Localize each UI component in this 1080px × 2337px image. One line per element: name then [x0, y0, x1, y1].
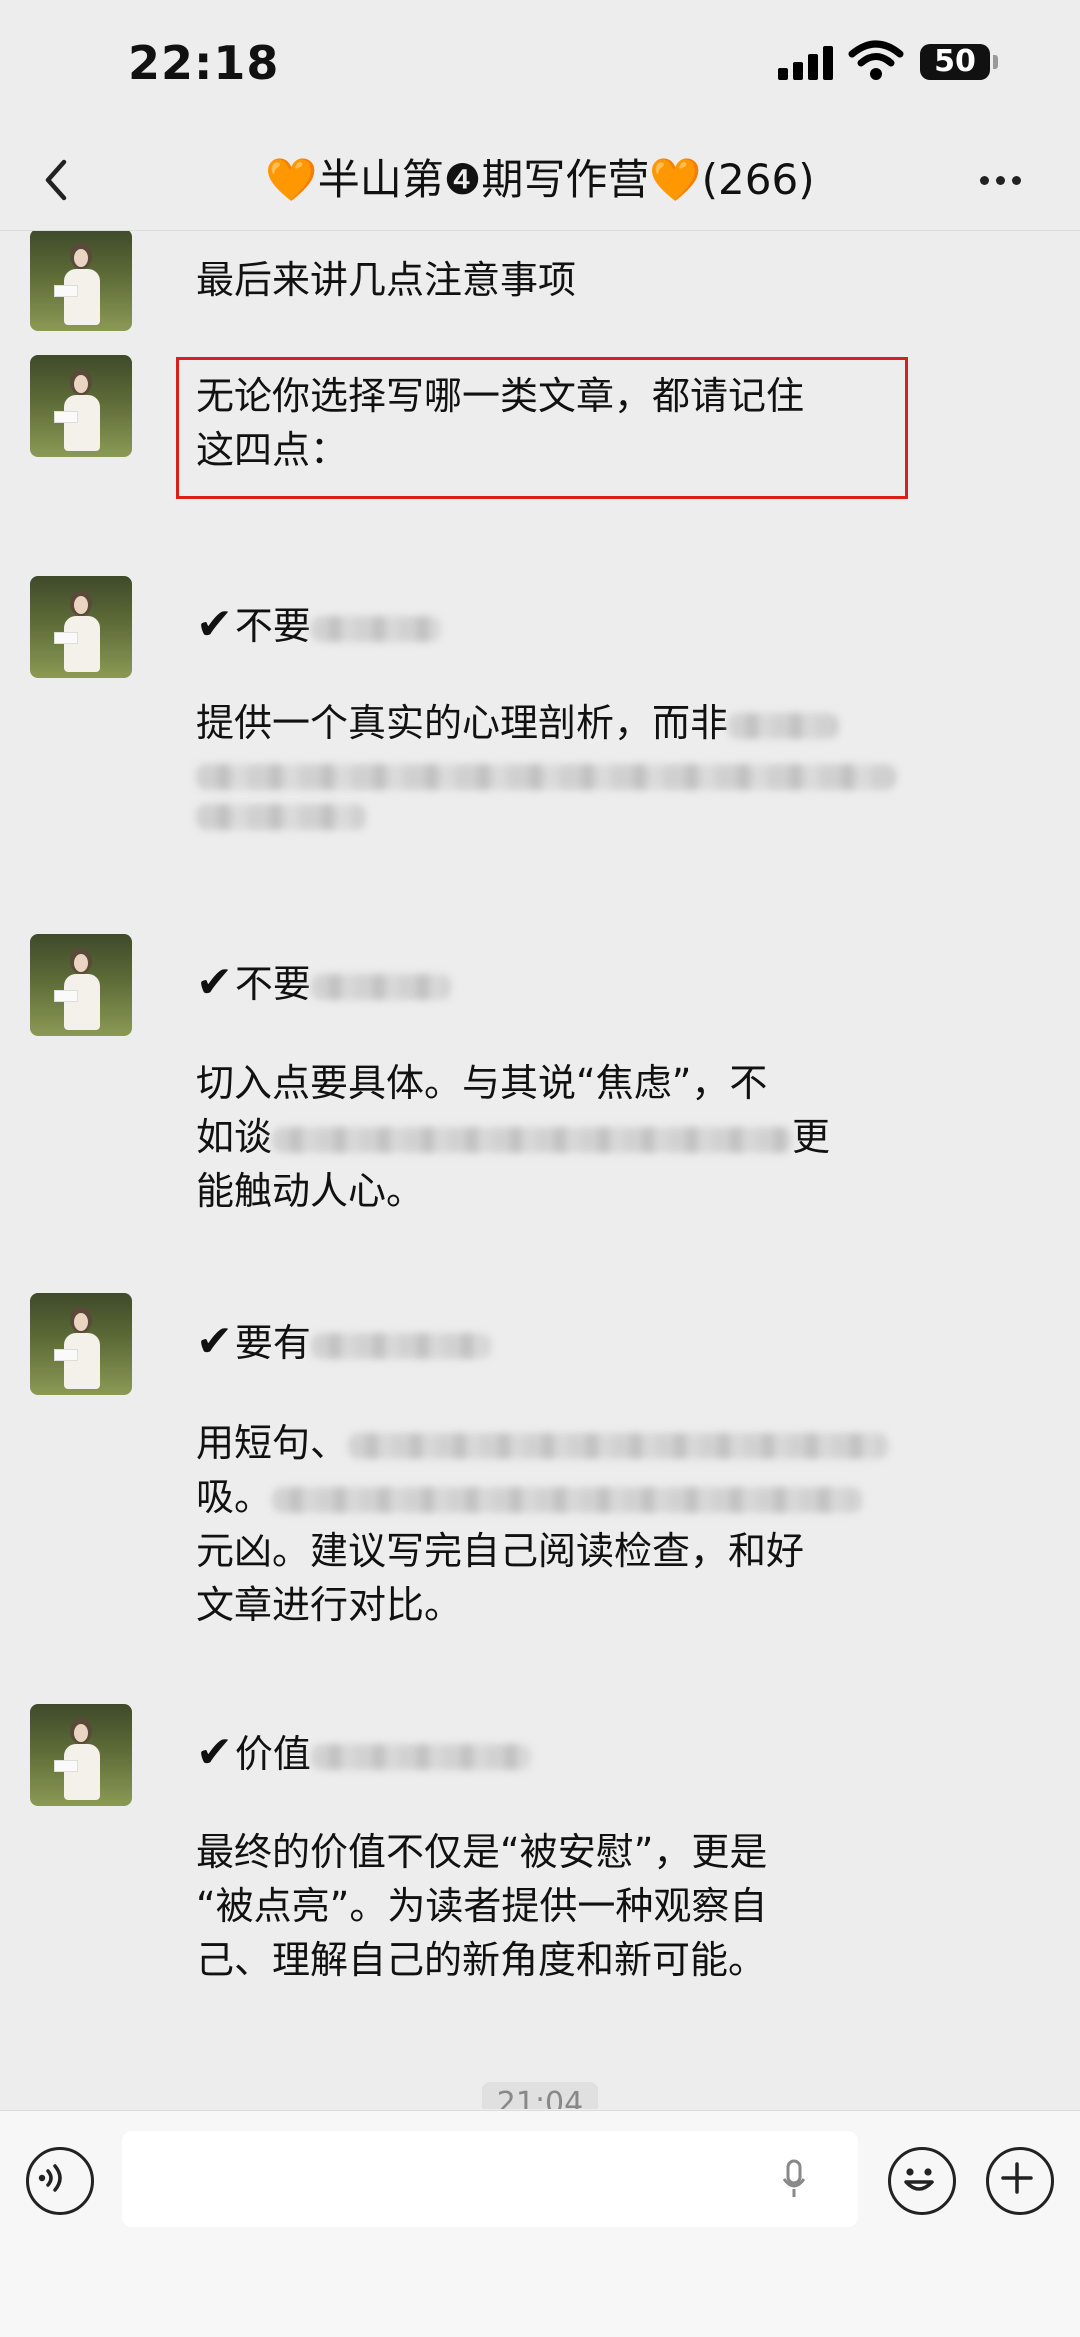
message-heading: 价值: [234, 1732, 311, 1776]
message-text: ✔不要: [196, 598, 916, 653]
message-line: 己、理解自己的新角度和新可能。: [196, 1938, 767, 1982]
battery-icon: 50: [920, 44, 990, 80]
message-line: 元凶。建议写完自己阅读检查，和好: [196, 1529, 805, 1573]
microphone-icon[interactable]: [782, 2159, 806, 2199]
avatar[interactable]: [30, 1704, 132, 1806]
message-line: 如谈: [196, 1115, 273, 1159]
battery-level: 50: [934, 44, 976, 79]
message-line: 文章进行对比。: [196, 1583, 463, 1627]
message-text: 提供一个真实的心理剖析，而非: [196, 696, 916, 844]
message-line: 吸。: [196, 1475, 273, 1519]
message-line: 用短句、: [196, 1421, 349, 1465]
message-text: ✔要有: [196, 1315, 916, 1370]
blurred-text: [196, 764, 896, 790]
blurred-text: [196, 804, 366, 830]
status-time: 22:18: [128, 36, 280, 90]
message-text: 无论你选择写哪一类文章，都请记住 这四点：: [196, 369, 916, 477]
chevron-left-icon[interactable]: [36, 150, 76, 210]
message-text: 用短句、 吸。 元凶。建议写完自己阅读检查，和好 文章进行对比。: [196, 1416, 916, 1632]
emoji-icon[interactable]: [888, 2147, 956, 2215]
message-text: ✔不要: [196, 956, 916, 1011]
message-line: 最终的价值不仅是“被安慰”，更是: [196, 1830, 768, 1874]
message-input[interactable]: [122, 2131, 858, 2227]
more-dots-icon[interactable]: [980, 170, 1028, 189]
blurred-text: [272, 1486, 863, 1513]
message-line: 切入点要具体。与其说“焦虑”，不: [196, 1061, 768, 1105]
blurred-text: [310, 1332, 491, 1359]
avatar[interactable]: [30, 231, 132, 331]
chat-messages[interactable]: 最后来讲几点注意事项 无论你选择写哪一类文章，都请记住 这四点： ✔不要 提供一…: [0, 231, 1080, 2109]
plus-icon[interactable]: [986, 2147, 1054, 2215]
message-line: 提供一个真实的心理剖析，而非: [196, 701, 729, 745]
input-bar: [0, 2110, 1080, 2337]
avatar[interactable]: [30, 934, 132, 1036]
blurred-text: [728, 712, 839, 739]
wifi-icon: [848, 40, 904, 80]
checkmark-icon: ✔: [196, 1727, 233, 1778]
message-text: 切入点要具体。与其说“焦虑”，不 如谈 更 能触动人心。: [196, 1056, 916, 1218]
message-line: 更: [792, 1115, 831, 1159]
message-heading: 不要: [234, 604, 311, 648]
message-line: 能触动人心。: [196, 1169, 425, 1213]
message-line: 无论你选择写哪一类文章，都请记住: [196, 374, 805, 418]
message-text: 最后来讲几点注意事项: [196, 253, 916, 307]
avatar[interactable]: [30, 576, 132, 678]
blurred-text: [348, 1432, 889, 1459]
message-line: 最后来讲几点注意事项: [196, 258, 577, 302]
blurred-text: [310, 615, 441, 642]
status-bar: 22:18 50: [0, 0, 1080, 130]
checkmark-icon: ✔: [196, 599, 233, 650]
blurred-text: [272, 1126, 793, 1153]
blurred-text: [310, 973, 451, 1000]
message-heading: 要有: [234, 1321, 311, 1365]
timestamp-badge: 21:04: [482, 2082, 598, 2109]
message-heading: 不要: [234, 962, 311, 1006]
message-text: ✔价值: [196, 1726, 916, 1781]
checkmark-icon: ✔: [196, 957, 233, 1008]
voice-icon[interactable]: [26, 2147, 94, 2215]
battery-tip: [993, 55, 998, 69]
avatar[interactable]: [30, 1293, 132, 1395]
message-line: “被点亮”。为读者提供一种观察自: [196, 1884, 768, 1928]
avatar[interactable]: [30, 355, 132, 457]
chat-header: 🧡半山第❹期写作营🧡(266): [0, 130, 1080, 231]
checkmark-icon: ✔: [196, 1316, 233, 1367]
message-line: 这四点：: [196, 428, 349, 472]
message-text: 最终的价值不仅是“被安慰”，更是 “被点亮”。为读者提供一种观察自 己、理解自己…: [196, 1825, 916, 1987]
blurred-text: [310, 1743, 531, 1770]
chat-title[interactable]: 🧡半山第❹期写作营🧡(266): [140, 150, 940, 210]
signal-icon: [778, 44, 838, 80]
